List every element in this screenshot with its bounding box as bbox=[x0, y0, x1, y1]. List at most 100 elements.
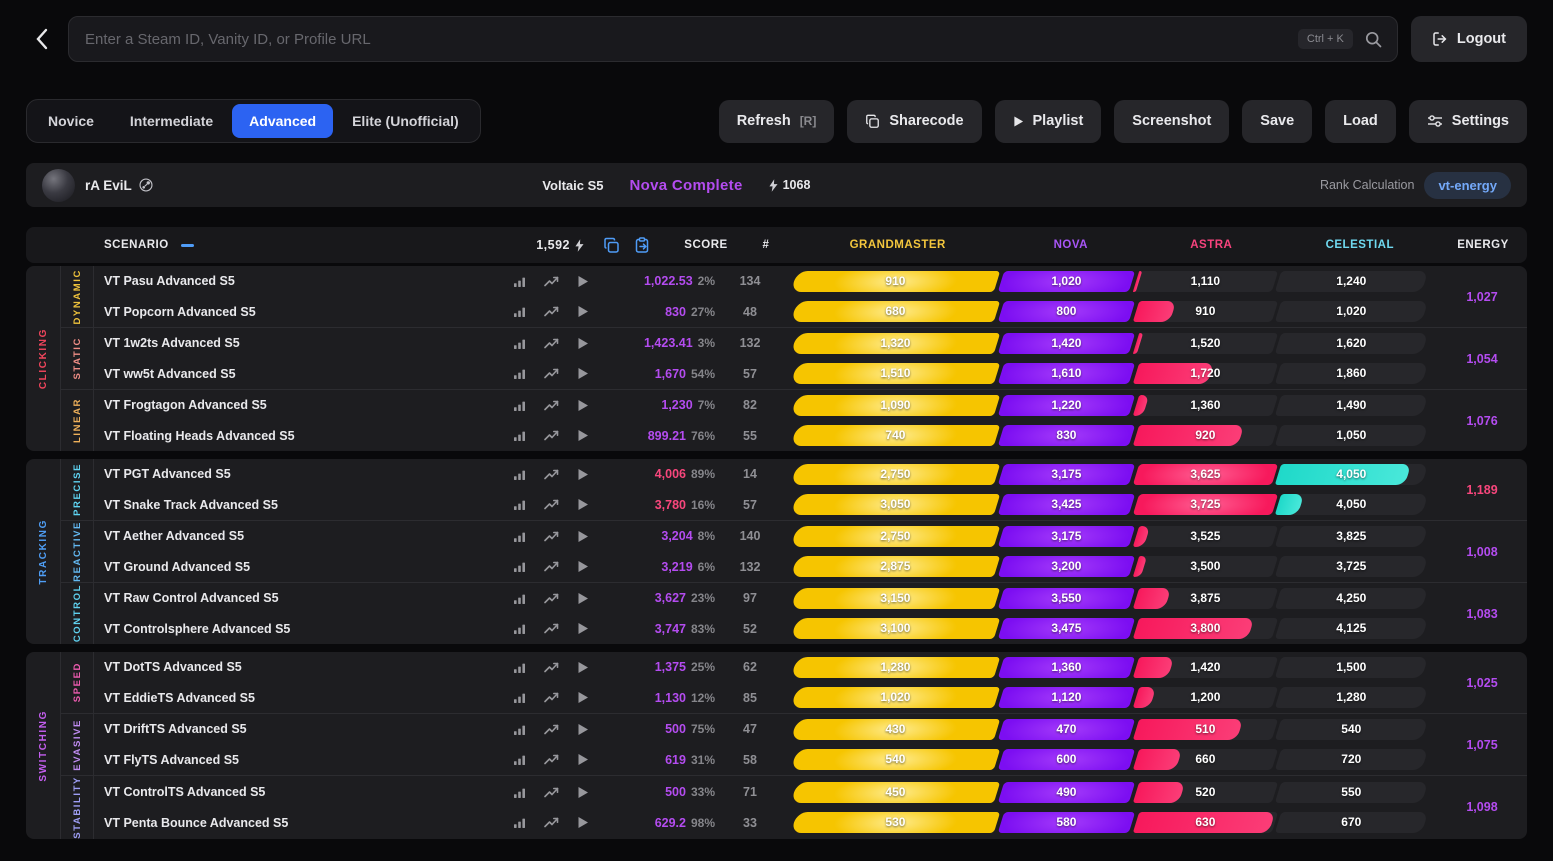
scenario-play-icon[interactable] bbox=[577, 337, 589, 350]
scenario-stats-icon[interactable] bbox=[513, 305, 526, 318]
scenario-play-icon[interactable] bbox=[577, 275, 589, 288]
scenario-progress-icon[interactable] bbox=[544, 429, 559, 442]
scenario-play-icon[interactable] bbox=[577, 753, 589, 766]
tab-elite-unofficial[interactable]: Elite (Unofficial) bbox=[335, 104, 476, 138]
screenshot-button[interactable]: Screenshot bbox=[1114, 100, 1229, 143]
scenario-progress-icon[interactable] bbox=[544, 592, 559, 605]
scenario-stats-icon[interactable] bbox=[513, 468, 526, 481]
collapse-icon[interactable] bbox=[181, 244, 194, 247]
scenario-progress-icon[interactable] bbox=[544, 275, 559, 288]
scenario-stats-icon[interactable] bbox=[513, 622, 526, 635]
scenario-play-icon[interactable] bbox=[577, 661, 589, 674]
scenario-progress-icon[interactable] bbox=[544, 337, 559, 350]
threshold-bar: 430470510540 bbox=[794, 719, 1425, 740]
button-label: Load bbox=[1343, 113, 1378, 129]
save-button[interactable]: Save bbox=[1242, 100, 1312, 143]
tier-header-gm: GRANDMASTER bbox=[795, 239, 1000, 251]
subcategory-label-cell: STATIC bbox=[61, 328, 94, 389]
scenario-progress-icon[interactable] bbox=[544, 560, 559, 573]
search-input[interactable] bbox=[69, 31, 1298, 48]
playlist-button[interactable]: Playlist bbox=[995, 100, 1102, 143]
scenario-stats-icon[interactable] bbox=[513, 786, 526, 799]
scenario-stats-icon[interactable] bbox=[513, 429, 526, 442]
scenario-play-icon[interactable] bbox=[577, 622, 589, 635]
scenario-progress-icon[interactable] bbox=[544, 399, 559, 412]
rank-calc-selector[interactable]: vt-energy bbox=[1424, 172, 1511, 199]
avatar[interactable] bbox=[42, 169, 75, 202]
load-button[interactable]: Load bbox=[1325, 100, 1396, 143]
scenario-stats-icon[interactable] bbox=[513, 498, 526, 511]
scenario-stats-icon[interactable] bbox=[513, 367, 526, 380]
refresh-button[interactable]: Refresh[R] bbox=[719, 100, 835, 143]
scenario-stats-icon[interactable] bbox=[513, 592, 526, 605]
tab-advanced[interactable]: Advanced bbox=[232, 104, 333, 138]
scenario-stats-icon[interactable] bbox=[513, 275, 526, 288]
settings-button[interactable]: Settings bbox=[1409, 100, 1527, 143]
scenario-progress-icon[interactable] bbox=[544, 622, 559, 635]
tier-segment-nova: 3,175 bbox=[998, 526, 1135, 547]
tier-header-astra: ASTRA bbox=[1141, 239, 1282, 251]
scenario-stats-icon[interactable] bbox=[513, 723, 526, 736]
search-icon[interactable] bbox=[1365, 31, 1382, 48]
scenario-play-icon[interactable] bbox=[577, 592, 589, 605]
tier-threshold-value: 1,720 bbox=[1136, 363, 1275, 384]
scenario-play-icon[interactable] bbox=[577, 560, 589, 573]
threshold-bar: 2,7503,1753,5253,825 bbox=[794, 526, 1425, 547]
scenario-play-icon[interactable] bbox=[577, 723, 589, 736]
scenario-stats-icon[interactable] bbox=[513, 530, 526, 543]
scenario-play-icon[interactable] bbox=[577, 399, 589, 412]
scenario-play-icon[interactable] bbox=[577, 786, 589, 799]
scenario-play-icon[interactable] bbox=[577, 429, 589, 442]
scenario-play-icon[interactable] bbox=[577, 816, 589, 829]
rank-calc-label: Rank Calculation bbox=[1320, 178, 1415, 192]
scenario-stats-icon[interactable] bbox=[513, 691, 526, 704]
score-cell: 3,74783% bbox=[601, 620, 715, 638]
scenario-progress-icon[interactable] bbox=[544, 367, 559, 380]
scenario-progress-icon[interactable] bbox=[544, 786, 559, 799]
export-clipboard-icon[interactable] bbox=[634, 237, 650, 254]
scenario-play-icon[interactable] bbox=[577, 305, 589, 318]
steam-icon[interactable] bbox=[139, 178, 153, 192]
tier-threshold-value: 1,020 bbox=[794, 687, 997, 708]
scenario-stats-icon[interactable] bbox=[513, 753, 526, 766]
scenario-progress-icon[interactable] bbox=[544, 691, 559, 704]
scenario-progress-icon[interactable] bbox=[544, 498, 559, 511]
scenario-progress-icon[interactable] bbox=[544, 661, 559, 674]
scenario-stats-icon[interactable] bbox=[513, 399, 526, 412]
copy-scores-icon[interactable] bbox=[603, 237, 620, 254]
scenario-progress-icon[interactable] bbox=[544, 468, 559, 481]
scenario-stats-icon[interactable] bbox=[513, 661, 526, 674]
subcategory-group-evasive: EVASIVEVT DriftTS Advanced S550075%47430… bbox=[61, 714, 1527, 776]
tier-threshold-value: 4,050 bbox=[1278, 494, 1425, 515]
tier-segment-celestial: 1,860 bbox=[1275, 363, 1428, 384]
scenario-progress-icon[interactable] bbox=[544, 530, 559, 543]
scenario-play-icon[interactable] bbox=[577, 367, 589, 380]
tier-segment-gm: 910 bbox=[791, 271, 1000, 292]
tier-segment-gm: 1,280 bbox=[791, 657, 1000, 678]
tab-novice[interactable]: Novice bbox=[31, 104, 111, 138]
score-cell: 899.2176% bbox=[601, 427, 715, 445]
tier-segment-gm: 740 bbox=[791, 425, 1000, 446]
sharecode-button[interactable]: Sharecode bbox=[847, 100, 981, 143]
tier-threshold-value: 3,150 bbox=[794, 588, 997, 609]
back-button[interactable] bbox=[26, 28, 56, 50]
threshold-bar: 2,8753,2003,5003,725 bbox=[794, 556, 1425, 577]
scenario-progress-icon[interactable] bbox=[544, 753, 559, 766]
scenario-progress-icon[interactable] bbox=[544, 723, 559, 736]
scenario-progress-icon[interactable] bbox=[544, 816, 559, 829]
search-bar[interactable]: Ctrl + K bbox=[68, 16, 1398, 62]
scenario-stats-icon[interactable] bbox=[513, 337, 526, 350]
tier-threshold-value: 720 bbox=[1278, 749, 1425, 770]
scenario-progress-icon[interactable] bbox=[544, 305, 559, 318]
tab-intermediate[interactable]: Intermediate bbox=[113, 104, 230, 138]
logout-button[interactable]: Logout bbox=[1411, 16, 1527, 62]
player-energy-value: 1068 bbox=[783, 178, 811, 192]
scenario-play-icon[interactable] bbox=[577, 691, 589, 704]
scenario-stats-icon[interactable] bbox=[513, 560, 526, 573]
scenario-play-icon[interactable] bbox=[577, 468, 589, 481]
bolt-icon bbox=[769, 179, 778, 192]
category-block-switching: SWITCHINGSPEEDVT DotTS Advanced S51,3752… bbox=[26, 652, 1527, 839]
scenario-play-icon[interactable] bbox=[577, 498, 589, 511]
scenario-play-icon[interactable] bbox=[577, 530, 589, 543]
scenario-stats-icon[interactable] bbox=[513, 816, 526, 829]
